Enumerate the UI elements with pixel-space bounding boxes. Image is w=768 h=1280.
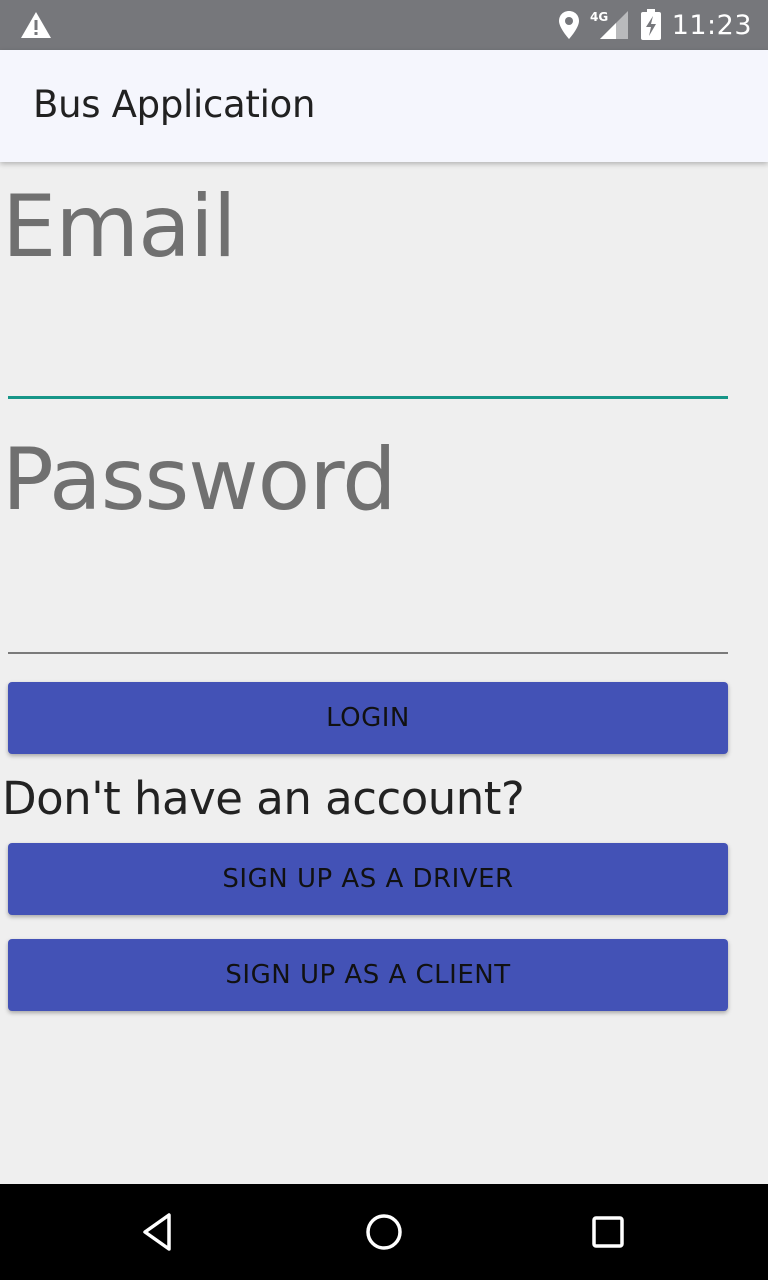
password-field[interactable] <box>8 592 728 654</box>
app-bar: Bus Application <box>0 50 768 162</box>
signal-icon: 4G <box>590 10 628 39</box>
location-icon <box>558 11 579 39</box>
network-label: 4G <box>590 10 608 24</box>
signup-driver-button[interactable]: SIGN UP AS A DRIVER <box>8 843 728 915</box>
status-icons: 4G 11:23 <box>558 0 752 50</box>
signup-client-button[interactable]: SIGN UP AS A CLIENT <box>8 939 728 1011</box>
status-time: 11:23 <box>671 9 752 41</box>
signup-prompt: Don't have an account? <box>2 772 525 825</box>
back-icon[interactable] <box>136 1208 184 1256</box>
battery-charging-icon <box>640 9 661 40</box>
status-bar: 4G 11:23 <box>0 0 768 50</box>
warning-icon <box>21 12 51 38</box>
recents-icon[interactable] <box>584 1208 632 1256</box>
email-field[interactable] <box>8 336 728 399</box>
email-label: Email <box>2 177 237 277</box>
login-button[interactable]: LOGIN <box>8 682 728 754</box>
navigation-bar <box>0 1184 768 1280</box>
password-label: Password <box>2 430 397 530</box>
home-icon[interactable] <box>360 1208 408 1256</box>
app-title: Bus Application <box>33 83 316 126</box>
